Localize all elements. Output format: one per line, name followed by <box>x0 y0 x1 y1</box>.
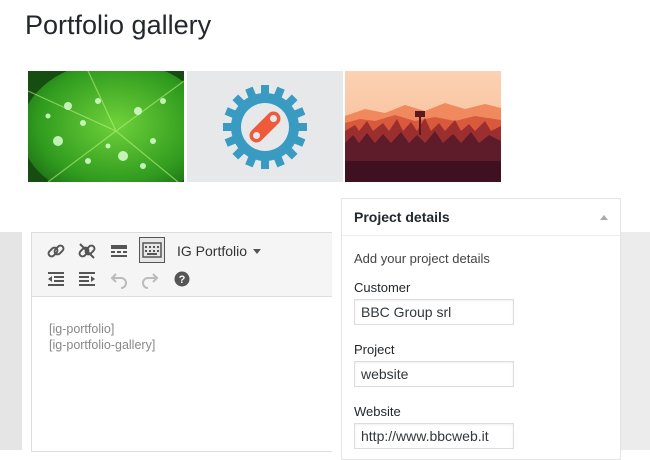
metabox-header[interactable]: Project details <box>342 199 620 236</box>
editor-content[interactable]: [ig-portfolio] [ig-portfolio-gallery] <box>49 321 155 353</box>
svg-text:?: ? <box>179 274 186 286</box>
redo-icon[interactable] <box>138 267 162 291</box>
format-dropdown[interactable]: IG Portfolio <box>177 241 262 261</box>
undo-icon[interactable] <box>107 267 131 291</box>
website-field[interactable] <box>354 423 514 449</box>
website-label: Website <box>354 404 401 419</box>
unlink-icon[interactable] <box>75 239 99 263</box>
gallery-image-logo[interactable] <box>187 71 343 182</box>
page-background-strip <box>0 232 22 450</box>
link-icon[interactable] <box>44 239 68 263</box>
help-icon[interactable]: ? <box>170 267 194 291</box>
project-field[interactable] <box>354 361 514 387</box>
metabox-title: Project details <box>354 209 450 225</box>
toolbar-toggle-icon[interactable] <box>139 237 165 263</box>
indent-icon[interactable] <box>75 267 99 291</box>
format-dropdown-label: IG Portfolio <box>177 243 248 259</box>
customer-label: Customer <box>354 280 411 295</box>
customer-field[interactable] <box>354 299 514 325</box>
outdent-icon[interactable] <box>44 267 68 291</box>
gallery-image-leaf[interactable] <box>28 71 184 182</box>
metabox-intro: Add your project details <box>354 251 490 266</box>
content-line: [ig-portfolio] <box>49 322 115 336</box>
read-more-icon[interactable] <box>107 239 131 263</box>
project-label: Project <box>354 342 395 357</box>
content-line: [ig-portfolio-gallery] <box>49 338 156 352</box>
metabox-body: Add your project details Customer Projec… <box>342 251 620 449</box>
chevron-up-icon[interactable] <box>600 214 608 220</box>
chevron-down-icon <box>253 248 262 254</box>
page-title: Portfolio gallery <box>25 10 212 40</box>
content-editor[interactable]: IG Portfolio ? [ig-portfolio] [ig-portfo… <box>31 232 332 452</box>
gallery-image-sunset[interactable] <box>345 71 501 182</box>
page-background-strip-right <box>620 232 650 450</box>
editor-toolbar: IG Portfolio ? <box>32 233 332 297</box>
project-details-metabox: Project details Add your project details… <box>341 198 621 460</box>
